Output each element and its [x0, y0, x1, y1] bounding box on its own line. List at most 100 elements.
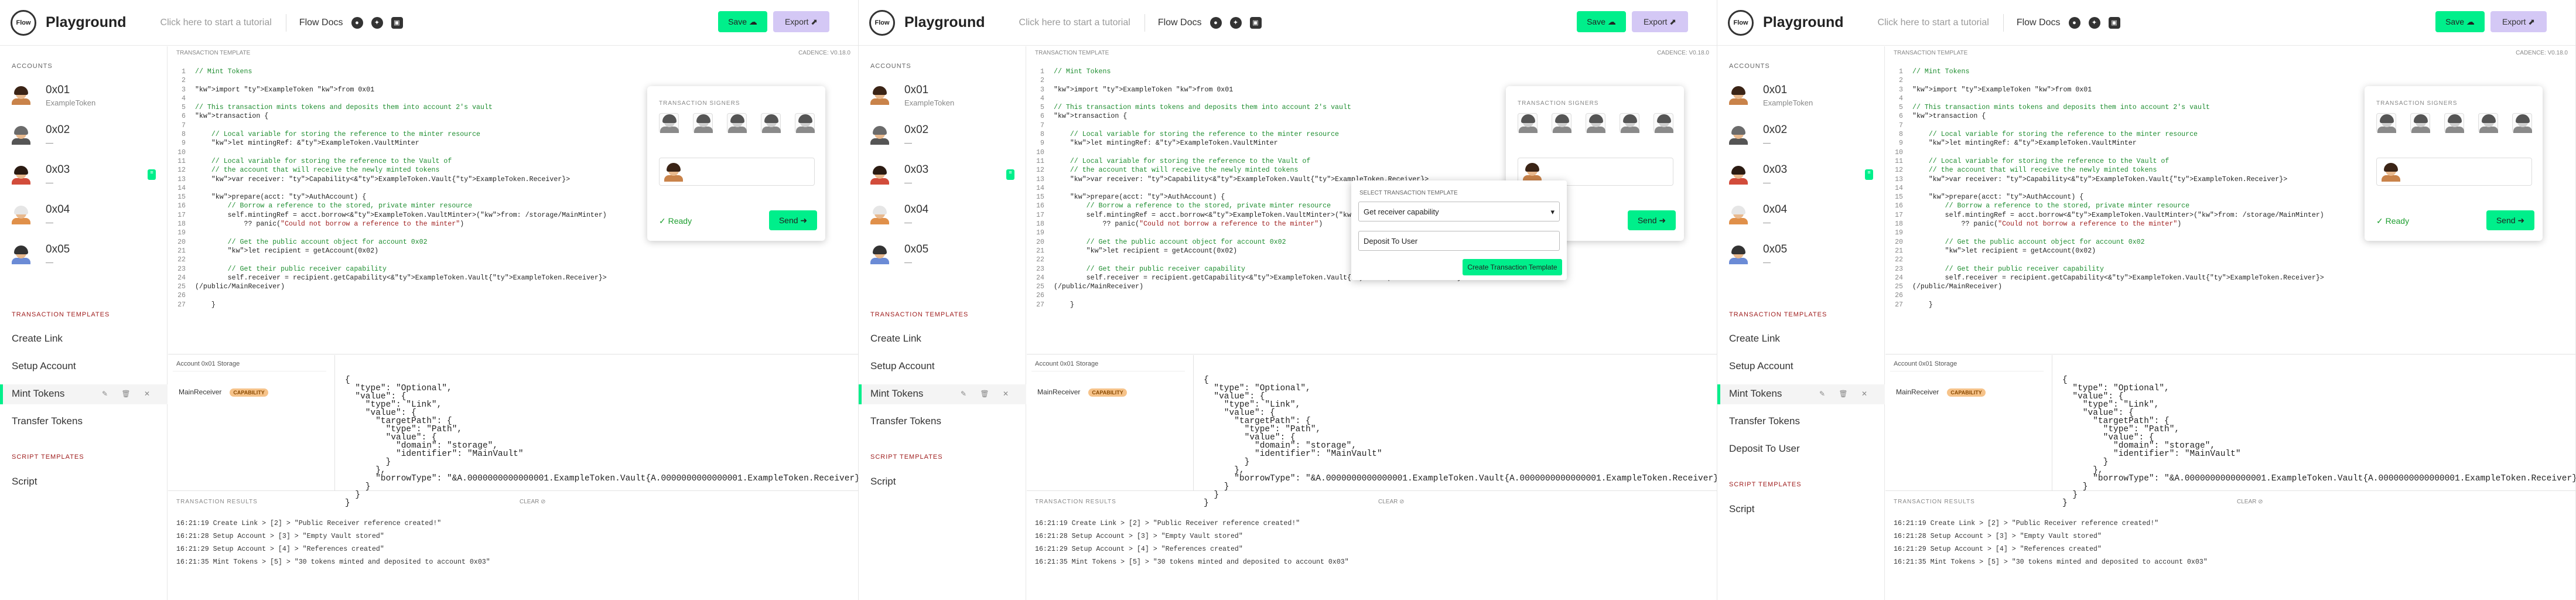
template-item[interactable]: Create Link [1717, 329, 1885, 349]
code-line[interactable]: 27 } [168, 301, 858, 309]
account-storage-icon[interactable]: ≡ [1006, 169, 1014, 180]
storage-item[interactable]: MainReceiver CAPABILITY [1896, 388, 1986, 397]
signer-avatar[interactable] [2376, 113, 2396, 133]
script-item[interactable]: Script [1717, 500, 1885, 520]
code-line[interactable]: 1// Mint Tokens [1885, 67, 2575, 76]
twitter-icon[interactable]: ✦ [371, 16, 383, 29]
docs-link[interactable]: Flow Docs [2017, 18, 2061, 28]
script-item[interactable]: Script [0, 472, 168, 492]
create-template-button[interactable]: Create Transaction Template [1463, 259, 1562, 275]
code-line[interactable]: 27 } [1885, 301, 2575, 309]
save-button[interactable]: Save ☁ [1577, 11, 1626, 32]
account-item[interactable]: 0x03 — ≡ [12, 162, 156, 197]
code-line[interactable]: 1// Mint Tokens [168, 67, 858, 76]
code-line[interactable]: 25 (/public/MainReceiver) [1885, 282, 2575, 291]
code-line[interactable]: 26 [1027, 291, 1717, 300]
signer-avatar[interactable] [727, 113, 747, 133]
account-item[interactable]: 0x04 — [12, 202, 156, 237]
export-button[interactable]: Export ⬈ [2490, 11, 2547, 32]
code-line[interactable]: 26 [168, 291, 858, 300]
template-name-input[interactable]: Deposit To User [1358, 231, 1560, 251]
template-item[interactable]: Transfer Tokens [0, 412, 168, 432]
tutorial-link[interactable]: Click here to start a tutorial [1878, 18, 1989, 28]
selected-signers[interactable] [659, 158, 815, 186]
github-icon[interactable]: ● [1210, 16, 1222, 29]
account-item[interactable]: 0x02 — [1729, 122, 1873, 158]
code-line[interactable]: 2 [1027, 76, 1717, 85]
storage-account-select[interactable]: Account 0x01 Storage [173, 359, 326, 371]
code-line[interactable]: 24 self.receiver = recipient.getCapabili… [1885, 274, 2575, 282]
code-line[interactable]: 22 [168, 255, 858, 264]
code-line[interactable]: 21 "kw">let recipient = getAccount(0x02) [1885, 247, 2575, 255]
tutorial-link[interactable]: Click here to start a tutorial [1019, 18, 1130, 28]
account-item[interactable]: 0x02 — [870, 122, 1014, 158]
clear-button[interactable]: CLEAR ⊘ [2237, 499, 2263, 505]
template-item[interactable]: Setup Account [0, 357, 168, 377]
code-editor[interactable]: TRANSACTION TEMPLATE CADENCE: V0.18.0 1// … [1885, 46, 2575, 354]
account-item[interactable]: 0x05 — [1729, 242, 1873, 277]
send-button[interactable]: Send ➜ [1628, 210, 1676, 230]
code-line[interactable]: 25 (/public/MainReceiver) [168, 282, 858, 291]
template-item[interactable]: Create Link [859, 329, 1026, 349]
signer-avatar[interactable] [1552, 113, 1571, 133]
storage-item[interactable]: MainReceiver CAPABILITY [179, 388, 268, 397]
signer-avatar[interactable] [795, 113, 815, 133]
twitter-icon[interactable]: ✦ [1229, 16, 1242, 29]
discord-icon[interactable]: ▣ [2108, 16, 2120, 29]
code-editor[interactable]: TRANSACTION TEMPLATE CADENCE: V0.18.0 1// … [168, 46, 858, 354]
template-tools[interactable]: ✎ 🗑 ✕ [102, 390, 156, 398]
discord-icon[interactable]: ▣ [1249, 16, 1262, 29]
signer-avatar[interactable] [1653, 113, 1673, 133]
code-line[interactable]: 2 [168, 76, 858, 85]
template-item[interactable]: Deposit To User [1717, 439, 1885, 459]
account-item[interactable]: 0x02 — [12, 122, 156, 158]
code-line[interactable]: 23 // Get their public receiver capabili… [1885, 265, 2575, 274]
twitter-icon[interactable]: ✦ [2088, 16, 2100, 29]
signer-avatar[interactable] [2478, 113, 2498, 133]
signer-avatar[interactable] [1620, 113, 1639, 133]
code-line[interactable]: 2 [1885, 76, 2575, 85]
signer-avatar[interactable] [2444, 113, 2464, 133]
selected-signers[interactable] [2376, 158, 2532, 186]
save-button[interactable]: Save ☁ [2435, 11, 2485, 32]
template-tools[interactable]: ✎ 🗑 ✕ [961, 390, 1014, 398]
account-item[interactable]: 0x01 ExampleToken [12, 83, 156, 118]
send-button[interactable]: Send ➜ [769, 210, 817, 230]
account-item[interactable]: 0x04 — [870, 202, 1014, 237]
storage-account-select[interactable]: Account 0x01 Storage [1031, 359, 1185, 371]
code-line[interactable]: 26 [1885, 291, 2575, 300]
signer-avatar[interactable] [2512, 113, 2532, 133]
storage-account-select[interactable]: Account 0x01 Storage [1890, 359, 2044, 371]
docs-link[interactable]: Flow Docs [1158, 18, 1202, 28]
template-item[interactable]: Transfer Tokens [859, 412, 1026, 432]
clear-button[interactable]: CLEAR ⊘ [1378, 499, 1405, 505]
account-item[interactable]: 0x05 — [870, 242, 1014, 277]
docs-link[interactable]: Flow Docs [299, 18, 343, 28]
code-line[interactable]: 1// Mint Tokens [1027, 67, 1717, 76]
save-button[interactable]: Save ☁ [718, 11, 767, 32]
template-item[interactable]: Mint Tokens ✎ 🗑 ✕ [859, 384, 1026, 404]
export-button[interactable]: Export ⬈ [1632, 11, 1688, 32]
account-item[interactable]: 0x03 — ≡ [1729, 162, 1873, 197]
template-item[interactable]: Mint Tokens ✎ 🗑 ✕ [0, 384, 168, 404]
account-item[interactable]: 0x01 ExampleToken [870, 83, 1014, 118]
account-item[interactable]: 0x04 — [1729, 202, 1873, 237]
template-item[interactable]: Create Link [0, 329, 168, 349]
template-item[interactable]: Setup Account [1717, 357, 1885, 377]
signer-avatar[interactable] [1586, 113, 1605, 133]
signer-avatar[interactable] [659, 113, 679, 133]
template-item[interactable]: Transfer Tokens [1717, 412, 1885, 432]
code-line[interactable]: 24 self.receiver = recipient.getCapabili… [168, 274, 858, 282]
script-item[interactable]: Script [859, 472, 1026, 492]
storage-item[interactable]: MainReceiver CAPABILITY [1037, 388, 1127, 397]
send-button[interactable]: Send ➜ [2486, 210, 2534, 230]
account-item[interactable]: 0x01 ExampleToken [1729, 83, 1873, 118]
github-icon[interactable]: ● [351, 16, 363, 29]
clear-button[interactable]: CLEAR ⊘ [520, 499, 546, 505]
signer-avatar[interactable] [1518, 113, 1538, 133]
signer-avatar[interactable] [761, 113, 781, 133]
code-line[interactable]: 25 (/public/MainReceiver) [1027, 282, 1717, 291]
code-line[interactable]: 22 [1885, 255, 2575, 264]
signer-avatar[interactable] [2410, 113, 2430, 133]
template-item[interactable]: Mint Tokens ✎ 🗑 ✕ [1717, 384, 1885, 404]
